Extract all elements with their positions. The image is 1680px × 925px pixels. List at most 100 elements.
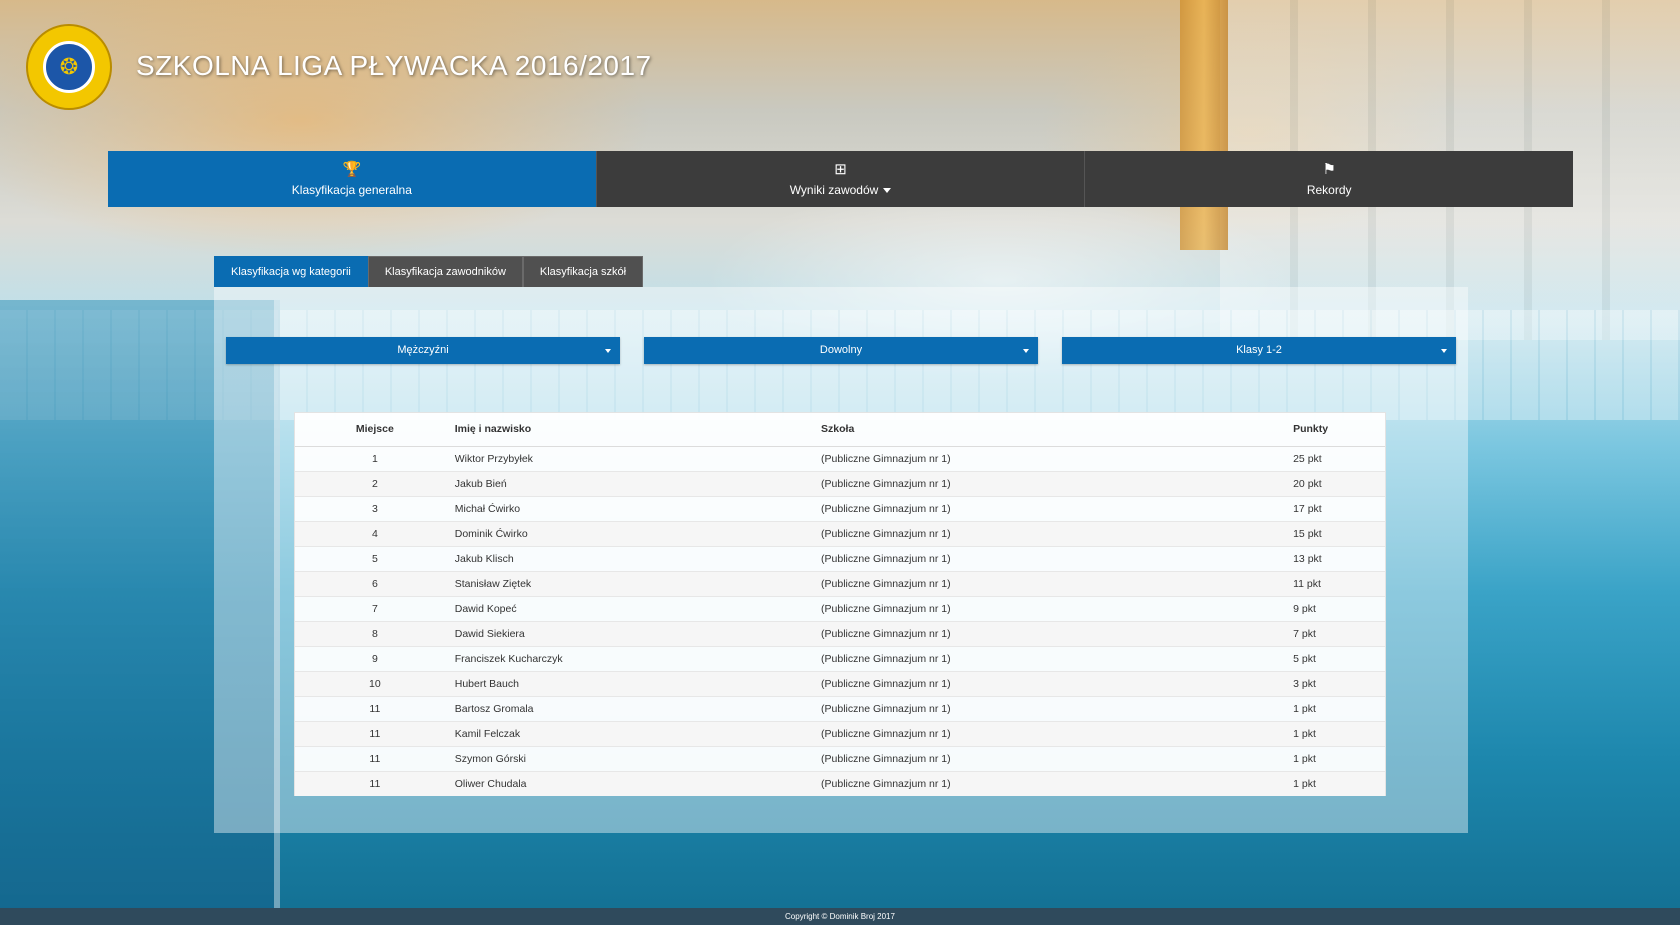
nav-item-label: Rekordy <box>1306 183 1352 197</box>
main-navigation: 🏆 Klasyfikacja generalna ⊞ Wyniki zawodó… <box>108 151 1573 207</box>
cell-name: Dominik Ćwirko <box>454 520 818 546</box>
cell-school: (Publiczne Gimnazjum nr 1) <box>817 545 1290 571</box>
table-row: 5 Jakub Klisch (Publiczne Gimnazjum nr 1) 1… <box>295 545 1385 571</box>
cell-name: Oliwer Chudala <box>454 770 818 796</box>
caret-down-icon <box>605 349 611 353</box>
cell-place: 7 <box>295 595 455 621</box>
cell-points: 9 pkt <box>1289 595 1385 621</box>
cell-points: 1 pkt <box>1289 745 1385 771</box>
cell-school: (Publiczne Gimnazjum nr 1) <box>817 570 1290 596</box>
header-place[interactable]: Miejsce <box>295 413 455 447</box>
cell-points: 15 pkt <box>1289 520 1385 546</box>
table-row: 11 Kamil Felczak (Publiczne Gimnazjum nr 1… <box>295 720 1385 746</box>
cell-place: 1 <box>295 445 455 471</box>
cell-points: 25 pkt <box>1289 445 1385 471</box>
caret-down-icon <box>883 188 892 194</box>
cell-place: 10 <box>295 670 455 696</box>
cell-points: 1 pkt <box>1289 695 1385 721</box>
caret-down-icon <box>1441 349 1447 353</box>
table-row: 1 Wiktor Przybyłek (Publiczne Gimnazjum nr… <box>295 445 1385 471</box>
results-table: Miejsce Imię i nazwisko Szkoła Punkty 1W… <box>295 413 1385 796</box>
cell-school: (Publiczne Gimnazjum nr 1) <box>817 720 1290 746</box>
cell-school: (Publiczne Gimnazjum nr 1) <box>817 470 1290 496</box>
nav-item-label: Wyniki zawodów <box>789 183 879 197</box>
table-row: 9 Franciszek Kucharczyk (Publiczne Gimnazj… <box>295 645 1385 671</box>
cell-points: 7 pkt <box>1289 620 1385 646</box>
cell-name: Jakub Bień <box>454 470 818 496</box>
panel-body: Mężczyźni Dowolny Klasy 1-2 Miejsce Imię… <box>214 287 1468 833</box>
table-row: 4 Dominik Ćwirko (Publiczne Gimnazjum nr 1… <box>295 520 1385 546</box>
footer: Copyright © Dominik Broj 2017 <box>0 908 1680 925</box>
cell-place: 2 <box>295 470 455 496</box>
tab-bar: Klasyfikacja wg kategorii Klasyfikacja z… <box>214 256 1468 287</box>
cell-name: Wiktor Przybyłek <box>454 445 818 471</box>
cell-school: (Publiczne Gimnazjum nr 1) <box>817 645 1290 671</box>
cell-school: (Publiczne Gimnazjum nr 1) <box>817 745 1290 771</box>
cell-name: Jakub Klisch <box>454 545 818 571</box>
class-select-value: Klasy 1-2 <box>1236 344 1282 356</box>
classification-panel: Klasyfikacja wg kategorii Klasyfikacja z… <box>214 256 1468 833</box>
class-select[interactable]: Klasy 1-2 <box>1062 337 1456 364</box>
cell-name: Stanisław Ziętek <box>454 570 818 596</box>
cell-name: Dawid Siekiera <box>454 620 818 646</box>
tab-klasyfikacja-wg-kategorii[interactable]: Klasyfikacja wg kategorii <box>214 256 368 287</box>
cell-school: (Publiczne Gimnazjum nr 1) <box>817 595 1290 621</box>
table-row: 8 Dawid Siekiera (Publiczne Gimnazjum nr 1… <box>295 620 1385 646</box>
sitemap-icon: ⊞ <box>834 161 847 178</box>
table-row: 3 Michał Ćwirko (Publiczne Gimnazjum nr 1)… <box>295 495 1385 521</box>
gender-select-value: Mężczyźni <box>397 344 449 356</box>
table-row: 10 Hubert Bauch (Publiczne Gimnazjum nr 1)… <box>295 670 1385 696</box>
cell-points: 5 pkt <box>1289 645 1385 671</box>
caret-down-icon <box>1023 349 1029 353</box>
cell-name: Michał Ćwirko <box>454 495 818 521</box>
cell-place: 11 <box>295 770 455 796</box>
cell-name: Szymon Górski <box>454 745 818 771</box>
table-row: 11 Bartosz Gromala (Publiczne Gimnazjum nr… <box>295 695 1385 721</box>
page-title: SZKOLNA LIGA PŁYWACKA 2016/2017 <box>136 50 652 81</box>
cell-place: 4 <box>295 520 455 546</box>
filters-row: Mężczyźni Dowolny Klasy 1-2 <box>226 337 1456 364</box>
cell-name: Bartosz Gromala <box>454 695 818 721</box>
logo[interactable]: ❂ <box>26 24 112 110</box>
cell-school: (Publiczne Gimnazjum nr 1) <box>817 620 1290 646</box>
nav-item-wyniki-zawodow[interactable]: ⊞ Wyniki zawodów <box>597 151 1086 207</box>
flag-checkered-icon: ⚑ <box>1322 161 1336 178</box>
nav-item-label: Klasyfikacja generalna <box>291 183 412 197</box>
header-points[interactable]: Punkty <box>1289 413 1385 447</box>
cell-place: 11 <box>295 720 455 746</box>
cell-points: 11 pkt <box>1289 570 1385 596</box>
cell-school: (Publiczne Gimnazjum nr 1) <box>817 520 1290 546</box>
cell-points: 1 pkt <box>1289 770 1385 796</box>
cell-points: 1 pkt <box>1289 720 1385 746</box>
results-table-container: Miejsce Imię i nazwisko Szkoła Punkty 1W… <box>294 412 1386 796</box>
cell-school: (Publiczne Gimnazjum nr 1) <box>817 495 1290 521</box>
table-row: 6 Stanisław Ziętek (Publiczne Gimnazjum nr… <box>295 570 1385 596</box>
style-select-value: Dowolny <box>819 344 863 356</box>
tab-klasyfikacja-zawodnikow[interactable]: Klasyfikacja zawodników <box>367 256 523 287</box>
tab-klasyfikacja-szkol[interactable]: Klasyfikacja szkół <box>522 256 644 287</box>
cell-points: 20 pkt <box>1289 470 1385 496</box>
cell-points: 17 pkt <box>1289 495 1385 521</box>
nav-item-klasyfikacja-generalna[interactable]: 🏆 Klasyfikacja generalna <box>108 151 597 207</box>
cell-school: (Publiczne Gimnazjum nr 1) <box>817 670 1290 696</box>
header-school[interactable]: Szkoła <box>817 413 1290 447</box>
cell-name: Kamil Felczak <box>454 720 818 746</box>
gender-select[interactable]: Mężczyźni <box>226 337 620 364</box>
nav-item-rekordy[interactable]: ⚑ Rekordy <box>1085 151 1573 207</box>
cell-place: 9 <box>295 645 455 671</box>
table-row: 7 Dawid Kopeć (Publiczne Gimnazjum nr 1) 9 … <box>295 595 1385 621</box>
header-name[interactable]: Imię i nazwisko <box>454 413 818 447</box>
cell-name: Hubert Bauch <box>454 670 818 696</box>
style-select[interactable]: Dowolny <box>644 337 1038 364</box>
table-row: 2 Jakub Bień (Publiczne Gimnazjum nr 1) 20 … <box>295 470 1385 496</box>
cell-place: 11 <box>295 745 455 771</box>
cell-place: 8 <box>295 620 455 646</box>
cell-name: Dawid Kopeć <box>454 595 818 621</box>
cell-place: 3 <box>295 495 455 521</box>
trophy-icon: 🏆 <box>342 161 362 178</box>
dolphin-emblem-icon: ❂ <box>43 41 95 93</box>
cell-place: 6 <box>295 570 455 596</box>
cell-place: 5 <box>295 545 455 571</box>
cell-place: 11 <box>295 695 455 721</box>
cell-points: 3 pkt <box>1289 670 1385 696</box>
